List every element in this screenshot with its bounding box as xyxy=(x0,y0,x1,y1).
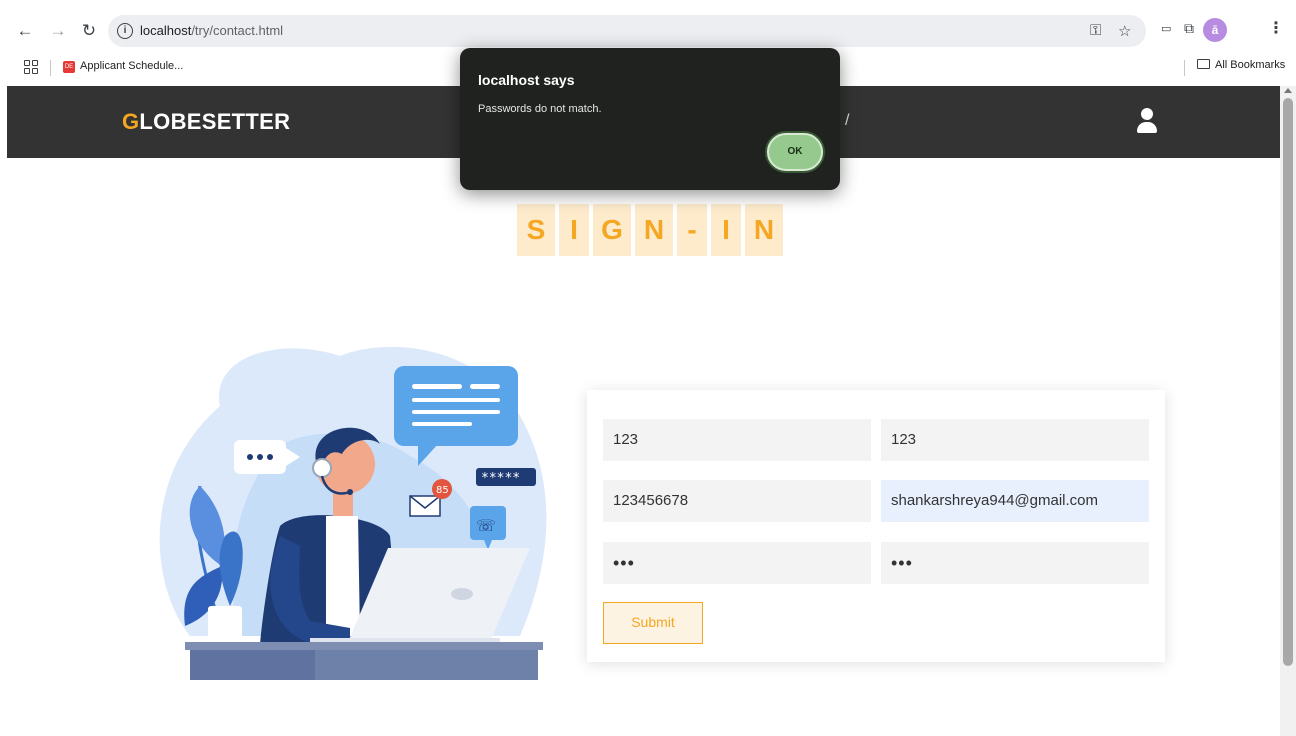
svg-text:☏: ☏ xyxy=(476,516,496,535)
bookmark-star-icon[interactable]: ☆ xyxy=(1118,22,1131,40)
page-title: S I G N - I N xyxy=(517,204,783,256)
title-letter: I xyxy=(559,204,589,256)
bookmarks-divider xyxy=(1184,60,1185,76)
phone-field[interactable]: 123456678 xyxy=(603,480,871,522)
second-field[interactable]: 123 xyxy=(881,419,1149,461)
title-letter: I xyxy=(711,204,741,256)
password-key-icon[interactable]: ⚿ xyxy=(1090,22,1101,39)
back-icon[interactable]: ← xyxy=(14,20,36,42)
all-bookmarks-label: All Bookmarks xyxy=(1215,59,1286,71)
alert-dialog: localhost says Passwords do not match. O… xyxy=(460,48,840,190)
user-icon[interactable] xyxy=(1137,108,1157,134)
email-field[interactable]: shankarshreya944@gmail.com xyxy=(881,480,1149,522)
logo-text: LOBESETTER xyxy=(139,109,291,134)
reload-icon[interactable]: ↻ xyxy=(78,20,100,42)
apps-grid-icon[interactable] xyxy=(24,60,38,74)
ok-button[interactable]: OK xyxy=(767,133,823,171)
submit-button[interactable]: Submit xyxy=(603,602,703,644)
extension-icon[interactable]: ▭ xyxy=(1161,22,1171,35)
page-scrollbar[interactable] xyxy=(1280,86,1296,736)
profile-avatar[interactable]: ā xyxy=(1203,18,1227,42)
support-agent-illustration: ***** 85 ☏ xyxy=(159,346,547,680)
url-path: /try/contact.html xyxy=(191,23,284,38)
title-letter: N xyxy=(745,204,783,256)
address-url[interactable]: localhost/try/contact.html xyxy=(140,23,283,38)
forward-icon[interactable]: → xyxy=(47,20,69,42)
title-letter: N xyxy=(635,204,673,256)
url-host: localhost xyxy=(140,23,192,38)
site-logo[interactable]: GLOBESETTER xyxy=(122,109,290,135)
signin-form-card: 123 123 123456678 shankarshreya944@gmail… xyxy=(587,390,1165,662)
site-info-icon[interactable]: i xyxy=(117,23,133,39)
password-field[interactable]: ••• xyxy=(603,542,871,584)
logo-accent-letter: G xyxy=(122,109,140,134)
dialog-message: Passwords do not match. xyxy=(478,103,602,115)
bookmarks-divider xyxy=(50,60,51,76)
bookmark-applicant-schedule[interactable]: Applicant Schedule... xyxy=(80,60,183,72)
mail-badge-count: 85 xyxy=(436,485,449,496)
password-badge: ***** xyxy=(481,471,520,486)
scroll-up-icon[interactable] xyxy=(1284,88,1292,93)
scrollbar-thumb[interactable] xyxy=(1283,98,1293,666)
confirm-password-field[interactable]: ••• xyxy=(881,542,1149,584)
title-letter: - xyxy=(677,204,707,256)
folder-icon xyxy=(1197,59,1210,69)
title-letter: S xyxy=(517,204,555,256)
first-field[interactable]: 123 xyxy=(603,419,871,461)
nav-link-fragment[interactable]: / xyxy=(845,112,849,130)
address-bar[interactable]: i localhost/try/contact.html ⚿ ☆ xyxy=(108,15,1146,47)
all-bookmarks-button[interactable]: All Bookmarks xyxy=(1197,59,1285,71)
more-menu-icon[interactable]: ⋮ xyxy=(1268,18,1284,38)
bookmark-favicon: DE xyxy=(63,61,75,73)
title-letter: G xyxy=(593,204,631,256)
puzzle-icon[interactable]: ⧉ xyxy=(1184,20,1194,37)
dialog-title: localhost says xyxy=(478,72,575,88)
